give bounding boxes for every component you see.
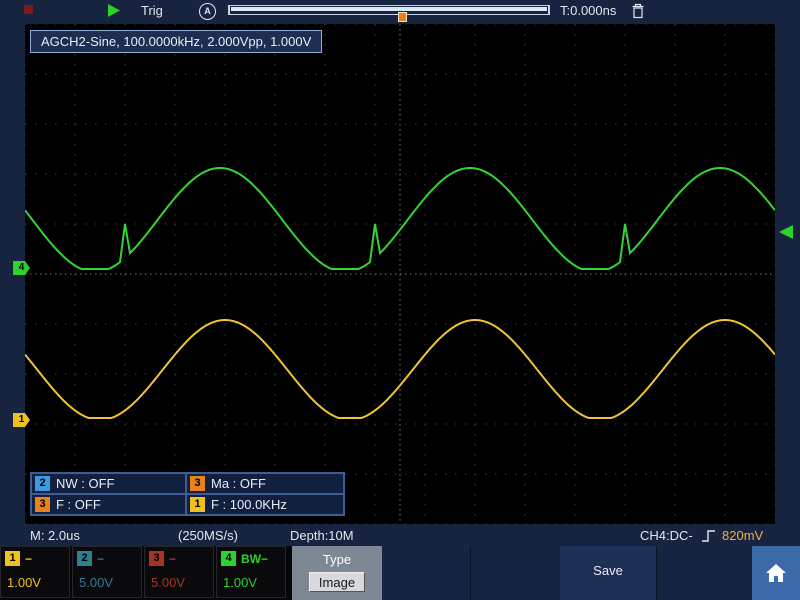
channel-status-strip: 1−1.00V2−5.00V3−5.00V4BW−1.00V	[0, 546, 286, 600]
measurement-cell: 2 NW : OFF	[31, 473, 186, 494]
measurement-overlay: 2 NW : OFF 3 Ma : OFF 3 F : OFF 1 F : 100.0KHz	[30, 472, 345, 516]
menu-divider	[656, 546, 657, 600]
type-menu-panel[interactable]: Type Image	[292, 546, 382, 600]
channel-1-menu[interactable]: 1− 1.00V	[0, 546, 70, 598]
memory-depth-label: Depth:10M	[290, 528, 354, 543]
channel-number-chip: 3	[35, 497, 50, 512]
channel-2-scale: 5.00V	[79, 575, 113, 590]
status-bar: M: 2.0us (250MS/s) Depth:10M CH4:DC- 820…	[0, 526, 800, 546]
home-icon	[765, 563, 787, 583]
timebase-label: M: 2.0us	[30, 528, 80, 543]
trigger-level-marker[interactable]	[779, 225, 793, 239]
signal-info-badge: AGCH2-Sine, 100.0000kHz, 2.000Vpp, 1.000…	[30, 30, 322, 53]
oscilloscope-screen: Trig A T:0.000ns AGCH2-Sine, 100.0000kHz…	[0, 0, 800, 600]
top-bar: Trig A T:0.000ns	[0, 0, 800, 22]
memory-position-bar[interactable]	[228, 5, 550, 15]
measurement-cell: 1 F : 100.0KHz	[186, 494, 344, 515]
type-label: Type	[292, 552, 382, 567]
measurement-label: NW : OFF	[56, 476, 115, 491]
rising-edge-icon	[702, 529, 716, 543]
channel-4-badge: 4	[221, 551, 236, 566]
trigger-source-label: CH4:DC-	[640, 528, 693, 543]
channel-3-menu[interactable]: 3− 5.00V	[144, 546, 214, 598]
channel-2-coupling: −	[97, 552, 104, 566]
channel-number-chip: 2	[35, 476, 50, 491]
channel-4-coupling: BW−	[241, 552, 268, 566]
measurement-label: Ma : OFF	[211, 476, 266, 491]
record-indicator-icon	[24, 5, 33, 14]
trash-icon[interactable]	[631, 3, 645, 19]
measurement-label: F : 100.0KHz	[211, 497, 287, 512]
sample-rate-label: (250MS/s)	[178, 528, 238, 543]
waveform-display-area: AGCH2-Sine, 100.0000kHz, 2.000Vpp, 1.000…	[25, 24, 775, 524]
measurement-cell: 3 Ma : OFF	[186, 473, 344, 494]
trigger-status-label: Trig	[141, 3, 163, 18]
ch1-ground-marker-label: 1	[19, 414, 25, 425]
channel-1-scale: 1.00V	[7, 575, 41, 590]
auto-mode-letter: A	[204, 6, 211, 16]
channel-2-menu[interactable]: 2− 5.00V	[72, 546, 142, 598]
measurement-cell: 3 F : OFF	[31, 494, 186, 515]
channel-1-coupling: −	[25, 552, 32, 566]
trigger-position-marker[interactable]	[399, 13, 406, 21]
type-value-button[interactable]: Image	[309, 572, 365, 592]
home-button[interactable]	[752, 546, 800, 600]
trigger-level-label: 820mV	[722, 528, 763, 543]
channel-4-menu[interactable]: 4 BW− 1.00V	[216, 546, 286, 598]
channel-4-scale: 1.00V	[223, 575, 257, 590]
run-trigger-icon	[108, 4, 120, 17]
channel-1-badge: 1	[5, 551, 20, 566]
ch4-sine-trace	[25, 168, 775, 269]
channel-2-badge: 2	[77, 551, 92, 566]
channel-3-badge: 3	[149, 551, 164, 566]
channel-number-chip: 3	[190, 476, 205, 491]
channel-3-scale: 5.00V	[151, 575, 185, 590]
save-button[interactable]: Save	[560, 546, 656, 600]
channel-number-chip: 1	[190, 497, 205, 512]
measurement-label: F : OFF	[56, 497, 101, 512]
channel-3-coupling: −	[169, 552, 176, 566]
ch4-ground-marker-label: 4	[19, 262, 25, 273]
graticule-svg	[25, 24, 775, 524]
auto-mode-icon: A	[199, 3, 216, 20]
menu-divider	[470, 546, 471, 600]
time-offset-label: T:0.000ns	[560, 3, 616, 18]
bottom-menu: 1−1.00V2−5.00V3−5.00V4BW−1.00V Type Imag…	[0, 546, 800, 600]
